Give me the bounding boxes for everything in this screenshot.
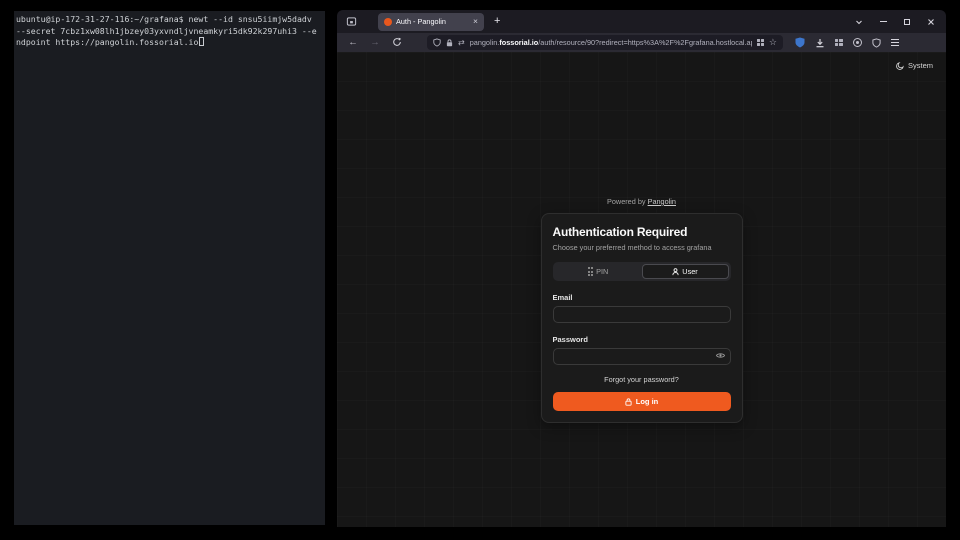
tab-user[interactable]: User xyxy=(642,264,729,279)
reload-button[interactable] xyxy=(389,37,405,49)
auth-card: Authentication Required Choose your pref… xyxy=(541,213,743,423)
account-shield-icon[interactable] xyxy=(872,38,881,48)
lock-icon xyxy=(625,398,632,406)
tab-title: Auth - Pangolin xyxy=(396,17,469,26)
maximize-window-button[interactable] xyxy=(902,17,912,27)
forward-button[interactable]: → xyxy=(367,37,383,48)
forgot-password-link[interactable]: Forgot your password? xyxy=(553,375,731,384)
auth-page: System Powered by Pangolin Authenticatio… xyxy=(337,52,946,527)
new-tab-button[interactable]: + xyxy=(494,16,500,27)
browser-nav-bar: ← → ⇄ pangolin.fossorial.io/auth/resourc… xyxy=(337,33,946,52)
card-title: Authentication Required xyxy=(553,225,731,239)
email-label: Email xyxy=(553,293,731,302)
moon-icon xyxy=(896,62,904,70)
login-button[interactable]: Log in xyxy=(553,392,731,411)
tracking-protection-shield-icon[interactable] xyxy=(433,38,441,47)
back-button[interactable]: ← xyxy=(345,37,361,48)
pangolin-link[interactable]: Pangolin xyxy=(648,197,676,206)
terminal-line: ndpoint https://pangolin.fossorial.io xyxy=(16,37,323,49)
theme-toggle[interactable]: System xyxy=(896,61,933,70)
terminal-window[interactable]: ubuntu@ip-172-31-27-116:~/grafana$ newt … xyxy=(14,11,325,525)
downloads-icon[interactable] xyxy=(815,38,825,48)
browser-tab[interactable]: Auth - Pangolin × xyxy=(378,13,484,31)
user-icon xyxy=(672,268,679,276)
bookmark-star-icon[interactable]: ☆ xyxy=(769,38,777,47)
pin-keypad-icon xyxy=(588,267,593,276)
password-field[interactable] xyxy=(553,348,731,365)
close-tab-icon[interactable]: × xyxy=(473,17,478,26)
email-field[interactable] xyxy=(553,306,731,323)
tab-pin[interactable]: PIN xyxy=(555,264,642,279)
toolbar-extension-area xyxy=(795,37,899,48)
browser-window: Auth - Pangolin × + ← → xyxy=(337,10,946,527)
powered-by: Powered by Pangolin xyxy=(541,197,743,206)
container-grid-icon[interactable] xyxy=(757,39,764,46)
close-window-button[interactable] xyxy=(926,17,936,27)
terminal-cursor xyxy=(199,37,204,46)
minimize-window-button[interactable] xyxy=(878,17,888,27)
browser-tab-bar: Auth - Pangolin × + xyxy=(337,10,946,33)
theme-label: System xyxy=(908,61,933,70)
password-label: Password xyxy=(553,335,731,344)
extension-ring-icon[interactable] xyxy=(853,38,862,47)
ublock-origin-icon[interactable] xyxy=(795,37,805,48)
extensions-icon[interactable] xyxy=(835,39,843,47)
terminal-line: ubuntu@ip-172-31-27-116:~/grafana$ newt … xyxy=(16,14,323,26)
terminal-line: --secret 7cbz1xw08lh1jbzey03yxvndljvneam… xyxy=(16,26,323,38)
app-menu-hamburger-icon[interactable] xyxy=(891,39,899,45)
pangolin-favicon-icon xyxy=(384,18,392,26)
url-text[interactable]: pangolin.fossorial.io/auth/resource/90?r… xyxy=(470,38,752,47)
permissions-swap-icon[interactable]: ⇄ xyxy=(458,39,465,47)
firefox-view-icon[interactable] xyxy=(345,15,358,28)
card-subtitle: Choose your preferred method to access g… xyxy=(553,243,731,252)
https-lock-icon[interactable] xyxy=(446,39,453,47)
desktop: ubuntu@ip-172-31-27-116:~/grafana$ newt … xyxy=(0,0,960,540)
url-bar[interactable]: ⇄ pangolin.fossorial.io/auth/resource/90… xyxy=(427,35,783,50)
list-tabs-chevron-icon[interactable] xyxy=(854,17,864,27)
auth-method-tabs: PIN User xyxy=(553,262,731,281)
show-password-eye-icon[interactable] xyxy=(716,352,725,359)
